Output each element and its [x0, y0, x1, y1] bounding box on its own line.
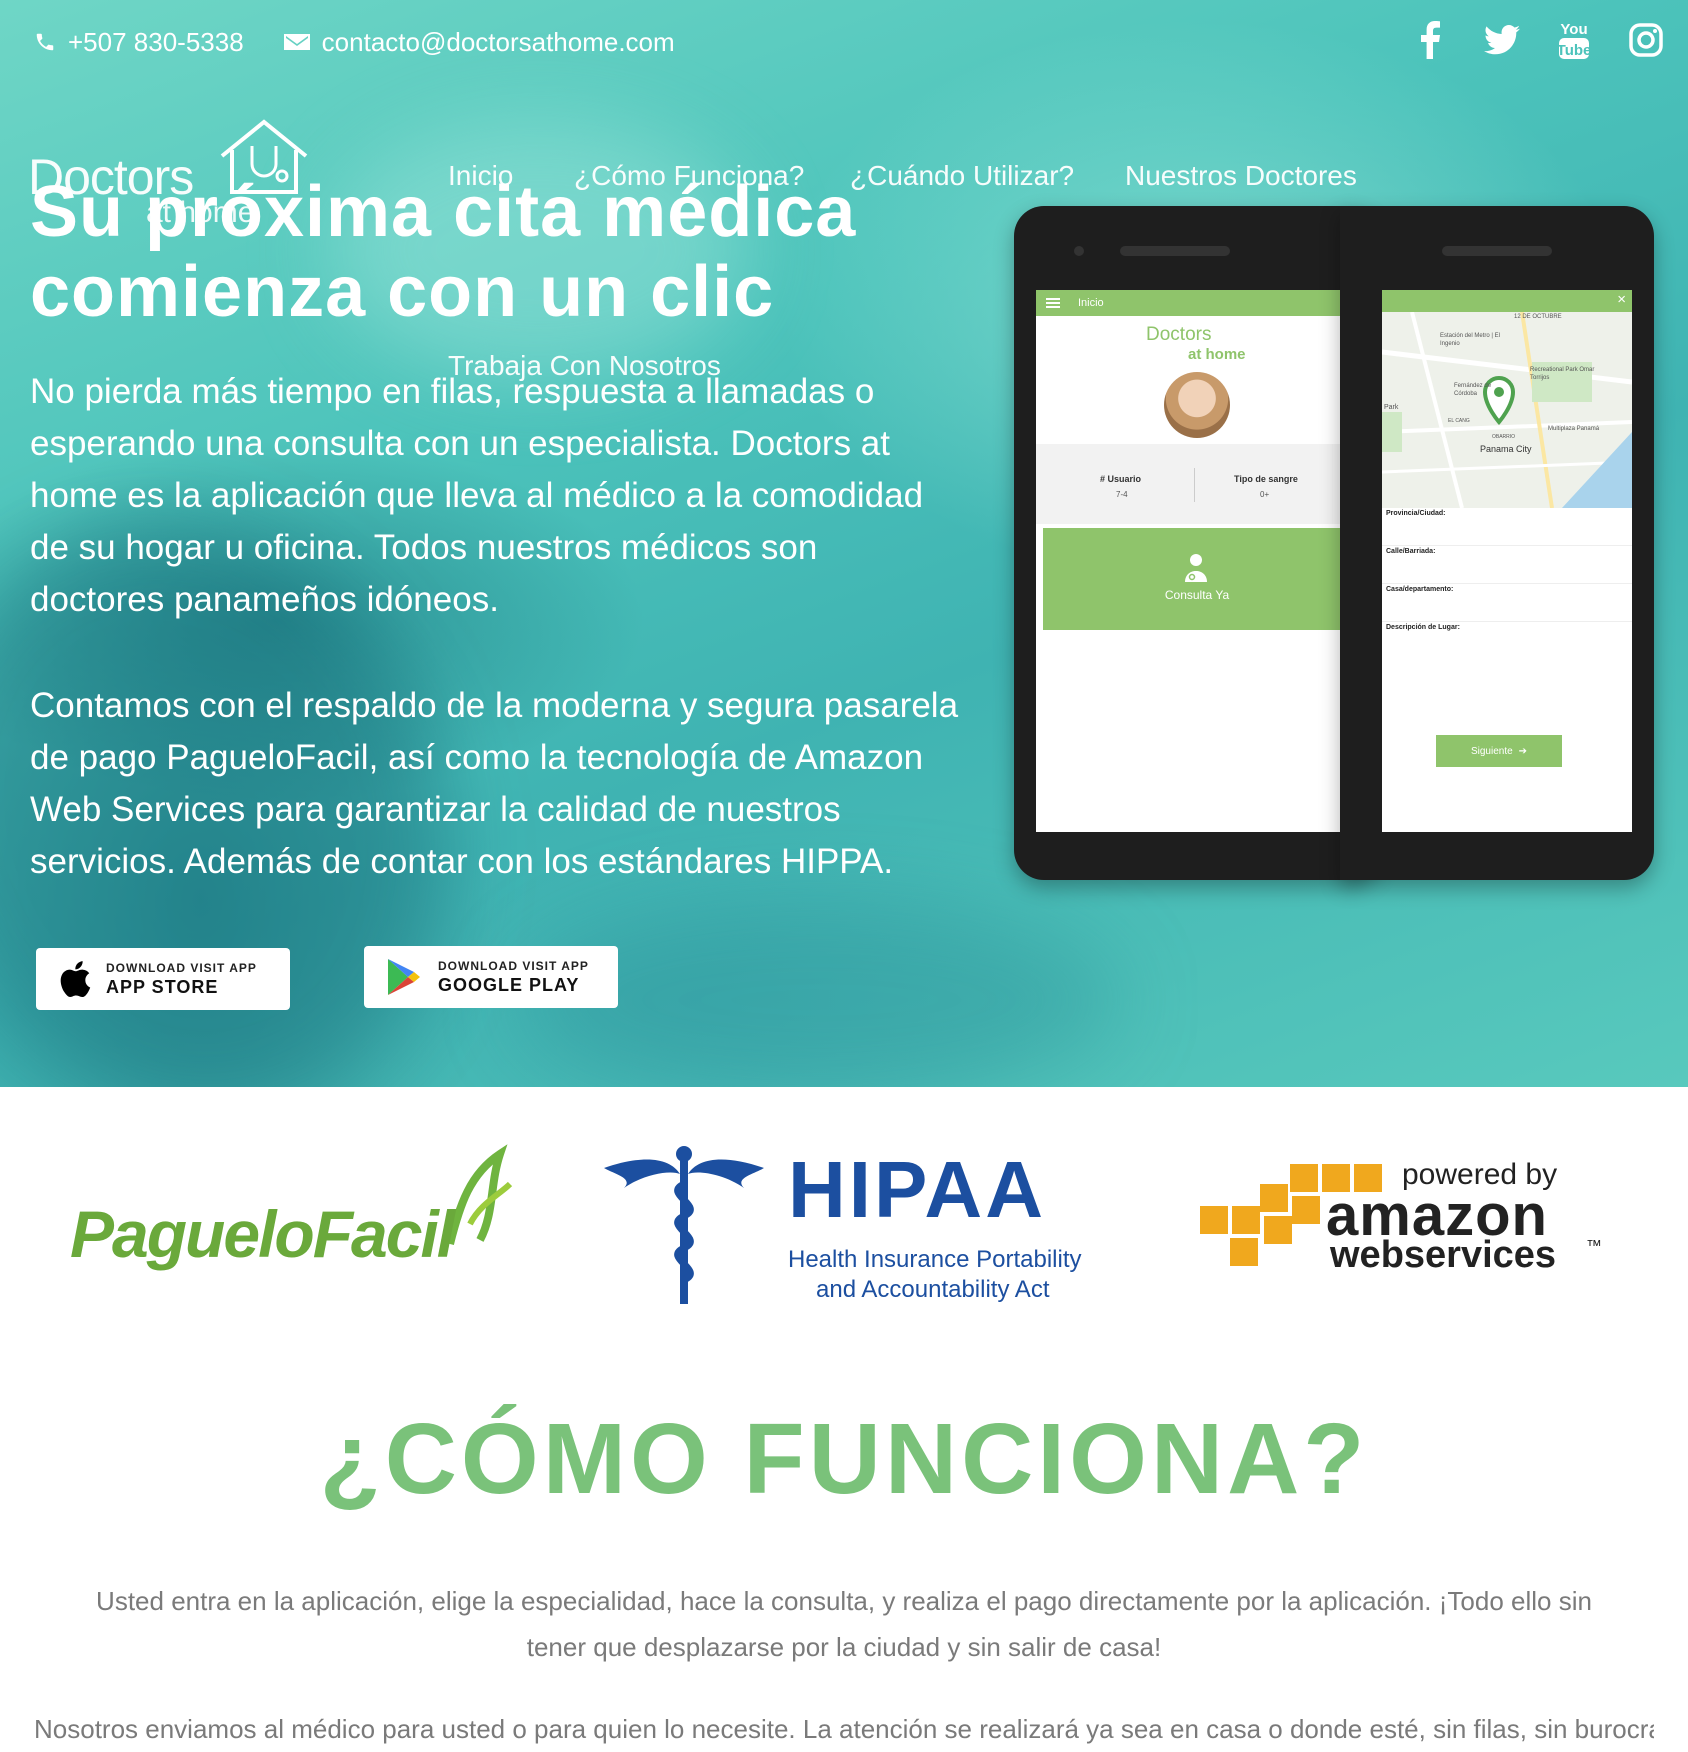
email-contact[interactable]: contacto@doctorsathome.com	[283, 26, 675, 58]
contact-bar: +507 830-5338 contacto@doctorsathome.com	[34, 22, 715, 62]
phone-mockup-right: × 12 DE OCTUBRE Estación del Metro | El …	[1340, 206, 1654, 880]
twitter-icon[interactable]	[1482, 18, 1522, 62]
google-play-button[interactable]: DOWNLOAD VISIT APP GOOGLE PLAY	[364, 946, 618, 1008]
how-paragraph-1: Usted entra en la aplicación, elige la e…	[96, 1586, 1592, 1662]
google-play-small-label: DOWNLOAD VISIT APP	[438, 958, 589, 973]
facebook-icon[interactable]	[1410, 18, 1450, 62]
phone-mockup-left: Inicio Doctors at home # Usuario 7-4 Tip…	[1014, 206, 1380, 880]
user-info-panel: # Usuario 7-4 Tipo de sangre 0+	[1036, 444, 1358, 524]
arrow-right-icon: ➔	[1518, 745, 1528, 757]
email-address: contacto@doctorsathome.com	[321, 26, 675, 57]
app-logo-word: Doctors	[1146, 324, 1212, 345]
siguiente-button[interactable]: Siguiente ➔	[1436, 735, 1562, 767]
user-id-value: 7-4	[1116, 490, 1128, 499]
user-avatar	[1164, 372, 1230, 438]
hipaa-title: HIPAA	[788, 1145, 1046, 1234]
phone-contact[interactable]: +507 830-5338	[34, 27, 244, 58]
paguelofacil-text: PagueloFacil	[70, 1197, 455, 1271]
field-label: Provincia/Ciudad:	[1386, 510, 1446, 517]
phone-screen-left: Inicio Doctors at home # Usuario 7-4 Tip…	[1036, 290, 1358, 832]
phone-number: +507 830-5338	[68, 26, 244, 57]
phone-speaker	[1120, 246, 1230, 256]
hipaa-subtitle-2: and Accountability Act	[816, 1276, 1050, 1303]
svg-text:Tube: Tube	[1557, 42, 1591, 59]
partners-section: PagueloFacil HIPAA Health Insurance Port…	[0, 1088, 1688, 1348]
blood-type-label: Tipo de sangre	[1234, 474, 1298, 484]
instagram-icon[interactable]	[1626, 18, 1666, 62]
phone-camera	[1074, 246, 1084, 256]
hero-section: +507 830-5338 contacto@doctorsathome.com…	[0, 0, 1688, 1087]
paguelofacil-logo[interactable]: PagueloFacil	[70, 1144, 513, 1278]
app-header-bar: ×	[1382, 290, 1632, 312]
close-icon[interactable]: ×	[1617, 291, 1626, 308]
siguiente-label: Siguiente	[1470, 745, 1513, 757]
google-play-icon	[388, 959, 420, 995]
hero-paragraph-1: No pierda más tiempo en filas, respuesta…	[30, 372, 924, 619]
app-store-label: APP STORE	[106, 976, 219, 997]
field-label: Descripción de Lugar:	[1386, 624, 1460, 631]
headline-line-1: Su próxima cita médica	[30, 172, 857, 252]
map-label: Multiplaza Panamá	[1548, 426, 1600, 432]
app-store-small-label: DOWNLOAD VISIT APP	[106, 960, 257, 975]
phone-icon	[36, 33, 54, 51]
hero-headline: Su próxima cita médica comienza con un c…	[30, 172, 930, 332]
form-field-provincia[interactable]: Provincia/Ciudad:	[1382, 508, 1632, 546]
how-paragraph-2: Nosotros enviamos al médico para usted o…	[34, 1714, 1654, 1744]
apple-icon	[60, 961, 91, 998]
map-label: EL CANG	[1448, 418, 1470, 424]
map-label: Fernández de Córdoba	[1454, 383, 1492, 397]
map-label: Park	[1384, 404, 1399, 411]
envelope-icon	[283, 34, 310, 50]
map-label: OBARRIO	[1492, 434, 1516, 440]
hipaa-logo[interactable]: HIPAA Health Insurance Portability and A…	[604, 1144, 1081, 1324]
user-id-label: # Usuario	[1100, 474, 1142, 484]
aws-trademark: ™	[1586, 1238, 1602, 1255]
doctor-icon	[1185, 554, 1207, 582]
aws-logo[interactable]: powered by amazon webservices ™	[1200, 1158, 1620, 1284]
form-field-descripcion[interactable]: Descripción de Lugar:	[1382, 622, 1632, 660]
hamburger-icon[interactable]	[1046, 298, 1060, 308]
field-label: Casa/departamento:	[1386, 586, 1454, 593]
form-field-calle[interactable]: Calle/Barriada:	[1382, 546, 1632, 584]
app-header-bar: Inicio	[1036, 290, 1358, 316]
form-field-casa[interactable]: Casa/departamento:	[1382, 584, 1632, 622]
map-label: 12 DE OCTUBRE	[1514, 314, 1562, 320]
hero-paragraph-2: Contamos con el respaldo de la moderna y…	[30, 686, 959, 881]
youtube-icon[interactable]: You Tube	[1554, 18, 1594, 62]
field-label: Calle/Barriada:	[1386, 548, 1436, 555]
map-view[interactable]: 12 DE OCTUBRE Estación del Metro | El In…	[1382, 312, 1632, 508]
nav-nuestros-doctores[interactable]: Nuestros Doctores	[1125, 160, 1357, 192]
consulta-ya-label: Consulta Ya	[1164, 588, 1230, 602]
app-store-button[interactable]: DOWNLOAD VISIT APP APP STORE	[36, 948, 290, 1010]
google-play-label: GOOGLE PLAY	[438, 974, 580, 995]
divider	[1194, 468, 1195, 502]
social-links: You Tube	[1378, 18, 1688, 62]
hipaa-subtitle-1: Health Insurance Portability	[788, 1246, 1082, 1273]
blood-type-value: 0+	[1260, 490, 1270, 499]
phone-screen-right: × 12 DE OCTUBRE Estación del Metro | El …	[1382, 290, 1632, 832]
address-form: Provincia/Ciudad: Calle/Barriada: Casa/d…	[1382, 508, 1632, 660]
app-header-title: Inicio	[1078, 297, 1104, 309]
map-label: Recreational Park Omar Torrijos	[1530, 367, 1595, 381]
svg-text:You: You	[1560, 21, 1587, 38]
aws-webservices: webservices	[1330, 1234, 1557, 1276]
map-label: Panama City	[1480, 444, 1532, 454]
map-label: Estación del Metro | El Ingenio	[1440, 333, 1500, 347]
headline-line-2: comienza con un clic	[30, 252, 775, 332]
section-title-como-funciona: ¿CÓMO FUNCIONA?	[319, 1403, 1369, 1515]
phone-speaker	[1442, 246, 1552, 256]
consulta-ya-button[interactable]: Consulta Ya	[1043, 528, 1351, 630]
app-logo-sub: at home	[1188, 346, 1246, 363]
caduceus-icon	[604, 1146, 764, 1304]
